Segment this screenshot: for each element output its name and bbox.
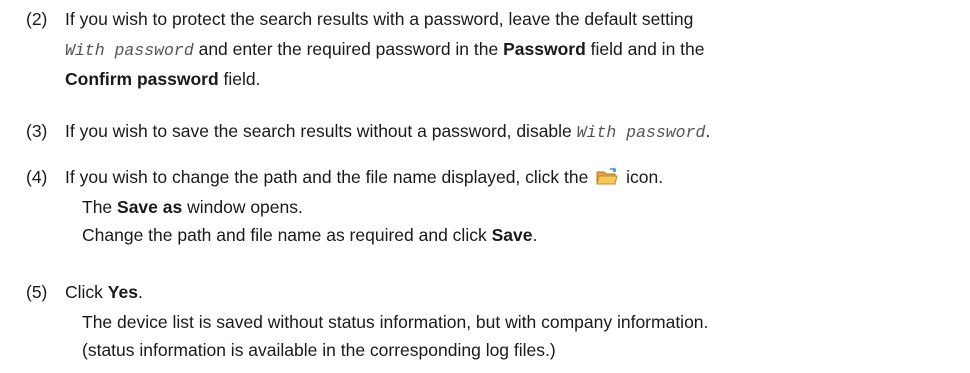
text-run: The [82,197,118,217]
step-text: If you wish to save the search results w… [65,116,970,146]
result-line: (status information is available in the … [82,340,556,360]
result-line: The device list is saved without status … [82,312,709,332]
step-text: If you wish to change the path and the f… [65,162,970,192]
step-number: (3) [26,121,48,141]
text-run: If you wish to protect the search result… [65,9,694,29]
step-number: (5) [26,282,48,302]
step-line: With password and enter the required pas… [65,34,970,64]
bold-term: Yes [107,282,138,302]
result-line: The Save as window opens. [82,193,970,221]
step-result: The device list is saved without status … [82,308,970,364]
text-run: and enter the required password in the [193,39,504,59]
step-text: If you wish to protect the search result… [65,4,970,94]
step-line: If you wish to change the path and the f… [65,162,970,192]
bold-term: Password [503,39,586,59]
text-run: . [705,121,711,141]
bold-term: Confirm password [65,69,219,89]
text-run: If you wish to change the path and the f… [65,167,594,187]
text-run: Change the path and file name as require… [82,225,492,245]
step-number: (2) [26,9,48,29]
folder-open-icon [595,165,619,185]
text-run: . [532,225,538,245]
bold-term: Save as [117,197,183,217]
text-run: field and in the [585,39,705,59]
step-line: If you wish to save the search results w… [65,116,970,146]
bold-term: Save [491,225,533,245]
step-result: The Save as window opens. Change the pat… [82,193,970,249]
step-line: If you wish to protect the search result… [65,4,970,34]
step-text: Click Yes. [65,277,970,307]
text-run: window opens. [182,197,303,217]
step-line: Click Yes. [65,277,970,307]
text-run: If you wish to save the search results w… [65,121,577,141]
code-text: With password [65,41,194,60]
text-run: Click [65,282,108,302]
text-run: icon. [621,167,664,187]
text-run: . [137,282,143,302]
result-line: Change the path and file name as require… [82,221,970,249]
code-text: With password [576,123,706,142]
text-run: field. [218,69,261,89]
step-number: (4) [26,167,48,187]
step-line: Confirm password field. [65,64,970,94]
